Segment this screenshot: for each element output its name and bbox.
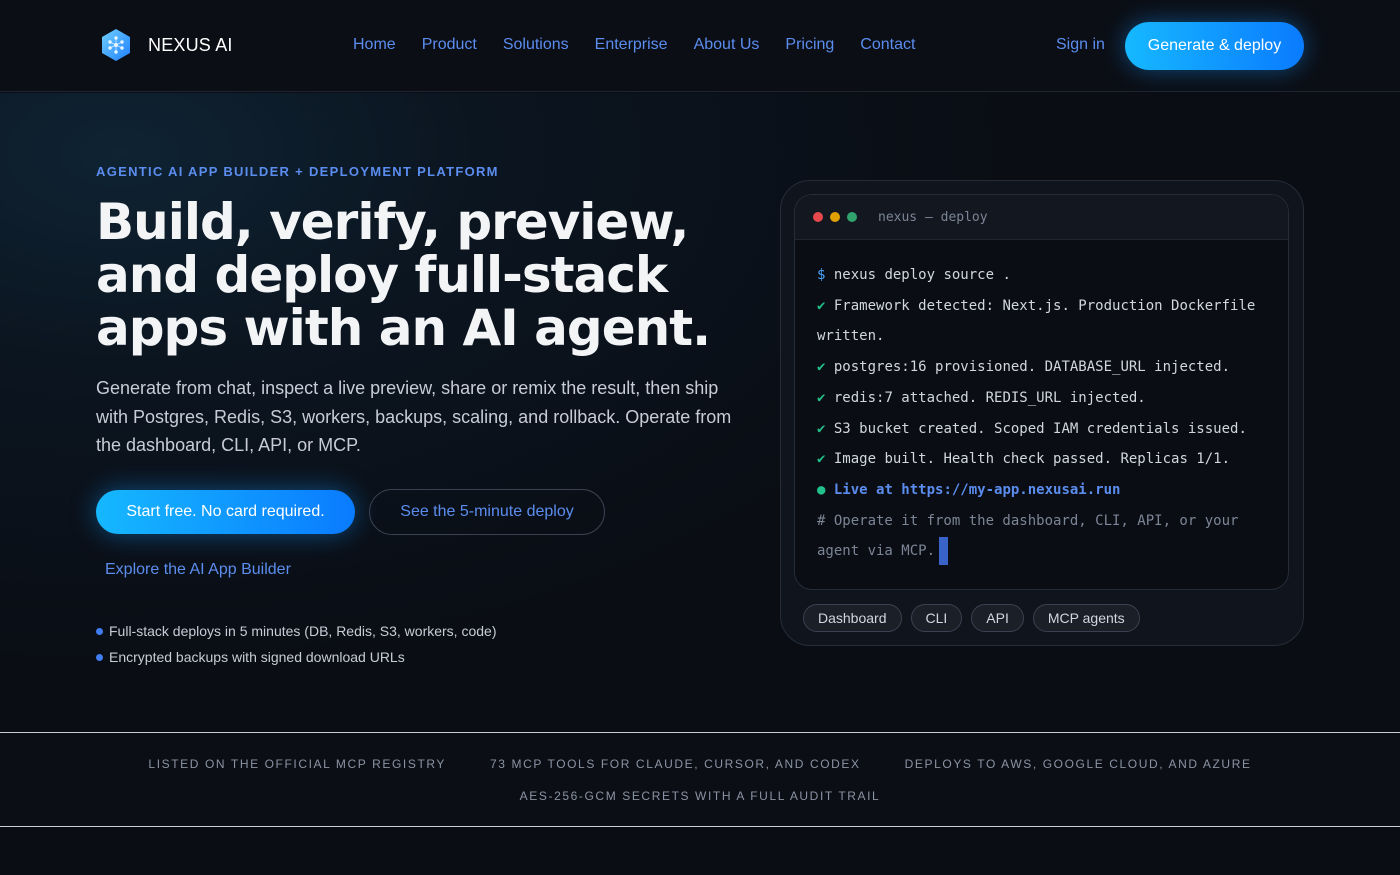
nav-link-enterprise[interactable]: Enterprise [595, 36, 668, 54]
terminal-line: ✔ redis:7 attached. REDIS_URL injected. [817, 383, 1266, 414]
live-url[interactable]: Live at https://my-app.nexusai.run [834, 482, 1121, 498]
feature-bullet-text: Full-stack deploys in 5 minutes (DB, Red… [109, 623, 497, 639]
brand-logo[interactable]: NEXUS AI [101, 28, 233, 62]
nav-link-pricing[interactable]: Pricing [785, 36, 834, 54]
terminal-line-text: Image built. Health check passed. Replic… [833, 451, 1231, 468]
chip-api[interactable]: API [971, 604, 1024, 632]
trust-row: LISTED ON THE OFFICIAL MCP REGISTRY 73 M… [0, 757, 1400, 771]
terminal-comment: # Operate it from the dashboard, CLI, AP… [817, 506, 1266, 567]
bullet-dot-icon [96, 627, 103, 635]
interface-chips: Dashboard CLI API MCP agents [803, 604, 1140, 632]
see-deploy-button[interactable]: See the 5-minute deploy [369, 489, 605, 535]
terminal-window: nexus — deploy $ nexus deploy source . ✔… [794, 194, 1289, 590]
trust-item: AES-256-GCM SECRETS WITH A FULL AUDIT TR… [519, 789, 881, 803]
nav-link-contact[interactable]: Contact [860, 36, 915, 54]
page-footer-space [0, 828, 1400, 875]
check-icon: ✔ [817, 451, 826, 468]
hero-headline: Build, verify, preview, and deploy full-… [96, 193, 711, 357]
window-close-dot-icon [813, 212, 823, 222]
terminal-command: nexus deploy source . [833, 267, 1011, 283]
terminal-comment-text: # Operate it from the dashboard, CLI, AP… [817, 512, 1239, 560]
trust-strip: LISTED ON THE OFFICIAL MCP REGISTRY 73 M… [0, 732, 1400, 827]
nav-link-about-us[interactable]: About Us [694, 36, 760, 54]
brand-name: NEXUS AI [148, 34, 233, 55]
terminal-line: ✔ postgres:16 provisioned. DATABASE_URL … [817, 352, 1266, 383]
terminal-line: ✔ Framework detected: Next.js. Productio… [817, 291, 1266, 352]
bullet-dot-icon [96, 653, 103, 661]
check-icon: ✔ [817, 389, 826, 406]
terminal-output: $ nexus deploy source . ✔ Framework dete… [795, 240, 1288, 567]
generate-deploy-button[interactable]: Generate & deploy [1125, 22, 1304, 70]
terminal-line: ✔ Image built. Health check passed. Repl… [817, 444, 1266, 475]
prompt-symbol: $ [817, 267, 826, 283]
trust-item: LISTED ON THE OFFICIAL MCP REGISTRY [148, 757, 447, 771]
trust-item: 73 MCP TOOLS FOR CLAUDE, CURSOR, AND COD… [490, 757, 861, 771]
check-icon: ✔ [817, 297, 826, 314]
check-icon: ✔ [817, 420, 826, 437]
terminal-titlebar: nexus — deploy [795, 195, 1288, 240]
sign-in-link[interactable]: Sign in [1056, 36, 1105, 54]
feature-bullet: Full-stack deploys in 5 minutes (DB, Red… [96, 618, 496, 644]
nav-links: Home Product Solutions Enterprise About … [353, 36, 941, 54]
terminal-line-text: Framework detected: Next.js. Production … [817, 297, 1256, 345]
feature-bullet-text: Encrypted backups with signed download U… [109, 649, 405, 665]
terminal-line-text: S3 bucket created. Scoped IAM credential… [833, 420, 1247, 437]
terminal-line-text: redis:7 attached. REDIS_URL injected. [833, 389, 1146, 406]
window-maximize-dot-icon [847, 212, 857, 222]
terminal-line: ✔ S3 bucket created. Scoped IAM credenti… [817, 414, 1266, 445]
hero-subhead: Generate from chat, inspect a live previ… [96, 378, 732, 455]
nav-link-product[interactable]: Product [422, 36, 477, 54]
check-icon: ✔ [817, 359, 826, 376]
live-status-dot-icon: ● [817, 481, 826, 498]
chip-cli[interactable]: CLI [910, 604, 963, 632]
terminal-title: nexus — deploy [878, 209, 988, 225]
trust-row: AES-256-GCM SECRETS WITH A FULL AUDIT TR… [0, 789, 1400, 803]
cursor-icon [939, 537, 949, 566]
explore-app-builder-link[interactable]: Explore the AI App Builder [105, 561, 291, 579]
window-minimize-dot-icon [830, 212, 840, 222]
feature-bullets: Full-stack deploys in 5 minutes (DB, Red… [96, 618, 496, 670]
hero-eyebrow: AGENTIC AI APP BUILDER + DEPLOYMENT PLAT… [96, 164, 499, 179]
trust-item: DEPLOYS TO AWS, GOOGLE CLOUD, AND AZURE [904, 757, 1252, 771]
nav-link-home[interactable]: Home [353, 36, 396, 54]
top-nav: NEXUS AI Home Product Solutions Enterpri… [0, 0, 1400, 92]
feature-bullet: Encrypted backups with signed download U… [96, 644, 496, 670]
terminal-command-line: $ nexus deploy source . [817, 260, 1266, 291]
terminal-line-text: postgres:16 provisioned. DATABASE_URL in… [833, 359, 1231, 376]
chip-mcp-agents[interactable]: MCP agents [1032, 604, 1140, 632]
terminal-live-line: ● Live at https://my-app.nexusai.run [817, 475, 1266, 506]
nav-link-solutions[interactable]: Solutions [503, 36, 569, 54]
chip-dashboard[interactable]: Dashboard [803, 604, 902, 632]
hexagon-logo-icon [102, 29, 130, 61]
start-free-button[interactable]: Start free. No card required. [96, 490, 355, 534]
